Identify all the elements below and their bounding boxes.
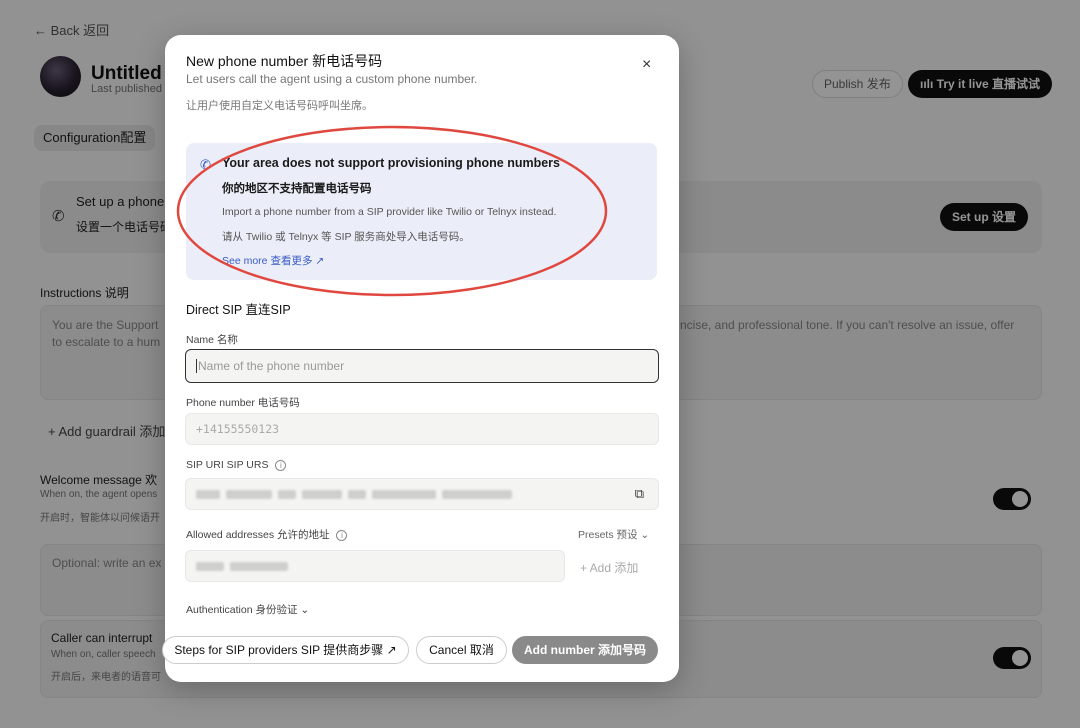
authentication-toggle[interactable]: Authentication 身份验证 ⌄ (186, 602, 309, 617)
text-caret (196, 359, 197, 373)
redacted-text (442, 489, 512, 499)
name-input[interactable]: Name of the phone number (185, 349, 659, 383)
phone-number-input[interactable]: +14155550123 (185, 413, 659, 445)
phone-number-label: Phone number 电话号码 (186, 397, 300, 409)
copy-icon[interactable]: ⧉ (635, 486, 644, 502)
allowed-address-input[interactable] (185, 550, 565, 582)
cancel-button[interactable]: Cancel 取消 (416, 636, 507, 664)
dialog-title: New phone number 新电话号码 (186, 53, 383, 69)
sip-uri-field: ⧉ (185, 478, 659, 510)
dialog-subtitle: Let users call the agent using a custom … (186, 72, 478, 86)
redacted-text (278, 489, 296, 499)
dialog-subtitle-zh: 让用户使用自定义电话号码呼叫坐席。 (186, 100, 373, 112)
add-address-button[interactable]: + Add 添加 (580, 559, 638, 576)
name-placeholder: Name of the phone number (198, 359, 345, 373)
phone-number-placeholder: +14155550123 (196, 422, 280, 436)
annotation-ellipse (176, 125, 608, 297)
redacted-text (230, 561, 288, 571)
annotation-ellipse-stroke (176, 125, 608, 297)
name-label: Name 名称 (186, 334, 238, 346)
sip-uri-label: SIP URI SIP URS i (186, 459, 287, 471)
redacted-text (196, 561, 224, 571)
redacted-text (348, 489, 366, 499)
sip-uri-label-text: SIP URI SIP URS (186, 459, 269, 471)
redacted-text (372, 489, 436, 499)
info-icon[interactable]: i (336, 529, 348, 541)
redacted-text (226, 489, 272, 499)
redacted-text (196, 489, 220, 499)
allowed-addresses-label-text: Allowed addresses 允许的地址 (186, 529, 330, 541)
close-icon[interactable]: × (642, 55, 651, 75)
presets-dropdown[interactable]: Presets 预设 ⌄ (578, 527, 649, 542)
add-number-button[interactable]: Add number 添加号码 (512, 636, 658, 664)
allowed-addresses-label: Allowed addresses 允许的地址 i (186, 527, 348, 542)
direct-sip-heading: Direct SIP 直连SIP (186, 303, 291, 317)
redacted-text (302, 489, 342, 499)
info-icon[interactable]: i (275, 459, 287, 471)
steps-for-sip-providers-button[interactable]: Steps for SIP providers SIP 提供商步骤 ↗ (162, 636, 409, 664)
